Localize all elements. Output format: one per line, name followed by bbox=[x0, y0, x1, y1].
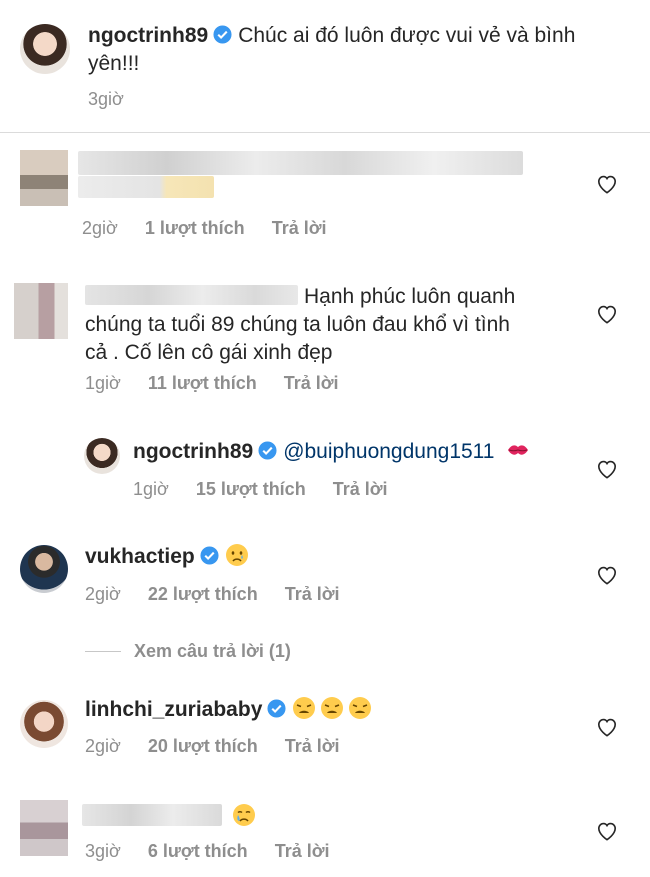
heart-icon[interactable] bbox=[596, 821, 618, 841]
heart-icon[interactable] bbox=[596, 565, 618, 585]
comment-meta: 2giờ 20 lượt thích Trả lời bbox=[85, 736, 362, 757]
weary-face-icon bbox=[321, 697, 344, 719]
heart-icon[interactable] bbox=[596, 717, 618, 737]
avatar[interactable] bbox=[20, 800, 68, 856]
kiss-mark-icon bbox=[508, 445, 529, 455]
likes-count[interactable]: 20 lượt thích bbox=[148, 736, 258, 756]
view-replies-button[interactable]: Xem câu trả lời (1) bbox=[134, 641, 291, 662]
avatar[interactable] bbox=[14, 283, 68, 339]
blurred-username bbox=[82, 804, 222, 826]
comment-text: Hạnh phúc luôn quanh bbox=[304, 285, 516, 308]
avatar[interactable] bbox=[20, 24, 70, 74]
crying-face-icon bbox=[233, 804, 255, 826]
likes-count[interactable]: 15 lượt thích bbox=[196, 479, 306, 499]
comment-time: 1giờ bbox=[85, 373, 121, 393]
avatar[interactable] bbox=[20, 700, 68, 748]
likes-count[interactable]: 11 lượt thích bbox=[148, 373, 257, 393]
comment-text: cả . Cố lên cô gái xinh đẹp bbox=[85, 341, 333, 364]
comment-meta: 3giờ 6 lượt thích Trả lời bbox=[85, 841, 352, 862]
likes-count[interactable]: 22 lượt thích bbox=[148, 584, 258, 604]
likes-count[interactable]: 1 lượt thích bbox=[145, 218, 245, 238]
divider bbox=[0, 132, 650, 133]
avatar[interactable] bbox=[84, 438, 120, 474]
comment-username[interactable]: vukhactiep bbox=[85, 545, 195, 568]
heart-icon[interactable] bbox=[596, 174, 618, 194]
comment-time: 2giờ bbox=[85, 584, 121, 604]
blurred-username bbox=[85, 285, 298, 305]
verified-badge-icon bbox=[258, 441, 277, 460]
comment-time: 2giờ bbox=[85, 736, 121, 756]
sad-face-icon bbox=[225, 544, 248, 566]
weary-face-icon bbox=[349, 697, 372, 719]
reply-button[interactable]: Trả lời bbox=[285, 736, 340, 756]
likes-count[interactable]: 6 lượt thích bbox=[148, 841, 248, 861]
view-replies-line bbox=[85, 651, 121, 652]
comment-meta: 2giờ 22 lượt thích Trả lời bbox=[85, 584, 362, 605]
reply-button[interactable]: Trả lời bbox=[284, 373, 339, 393]
comment-meta: 1giờ 15 lượt thích Trả lời bbox=[133, 479, 410, 500]
reply-button[interactable]: Trả lời bbox=[272, 218, 327, 238]
verified-badge-icon bbox=[200, 546, 219, 565]
comment-body: vukhactiep bbox=[85, 543, 249, 571]
comment-username[interactable]: linhchi_zuriababy bbox=[85, 698, 262, 721]
comment-body: linhchi_zuriababy bbox=[85, 696, 372, 724]
comment-time: 3giờ bbox=[85, 841, 121, 861]
weary-face-icon bbox=[293, 697, 316, 719]
verified-badge-icon bbox=[267, 699, 286, 718]
avatar[interactable] bbox=[20, 545, 68, 593]
reply-username[interactable]: ngoctrinh89 bbox=[133, 440, 253, 463]
mention-link[interactable]: @buiphuongdung1511 bbox=[283, 440, 494, 463]
reply-body: ngoctrinh89 @buiphuongdung1511 bbox=[133, 438, 530, 466]
reply-button[interactable]: Trả lời bbox=[333, 479, 388, 499]
heart-icon[interactable] bbox=[596, 304, 618, 324]
heart-icon[interactable] bbox=[596, 459, 618, 479]
reply-button[interactable]: Trả lời bbox=[285, 584, 340, 604]
avatar[interactable] bbox=[20, 150, 68, 206]
comment-meta: 1giờ 11 lượt thích Trả lời bbox=[85, 373, 361, 394]
comment-time: 1giờ bbox=[133, 479, 169, 499]
comment-time: 2giờ bbox=[82, 218, 118, 238]
reply-button[interactable]: Trả lời bbox=[275, 841, 330, 861]
blurred-username bbox=[78, 151, 523, 175]
post-username[interactable]: ngoctrinh89 bbox=[88, 24, 208, 47]
comment-text: chúng ta tuổi 89 chúng ta luôn đau khổ v… bbox=[85, 313, 510, 336]
post-time: 3giờ bbox=[88, 89, 124, 109]
post-caption: ngoctrinh89 Chúc ai đó luôn được vui vẻ v… bbox=[88, 22, 628, 78]
blurred-comment-text bbox=[78, 176, 214, 198]
verified-badge-icon bbox=[213, 25, 232, 44]
comment-meta: 2giờ 1 lượt thích Trả lời bbox=[82, 218, 349, 239]
